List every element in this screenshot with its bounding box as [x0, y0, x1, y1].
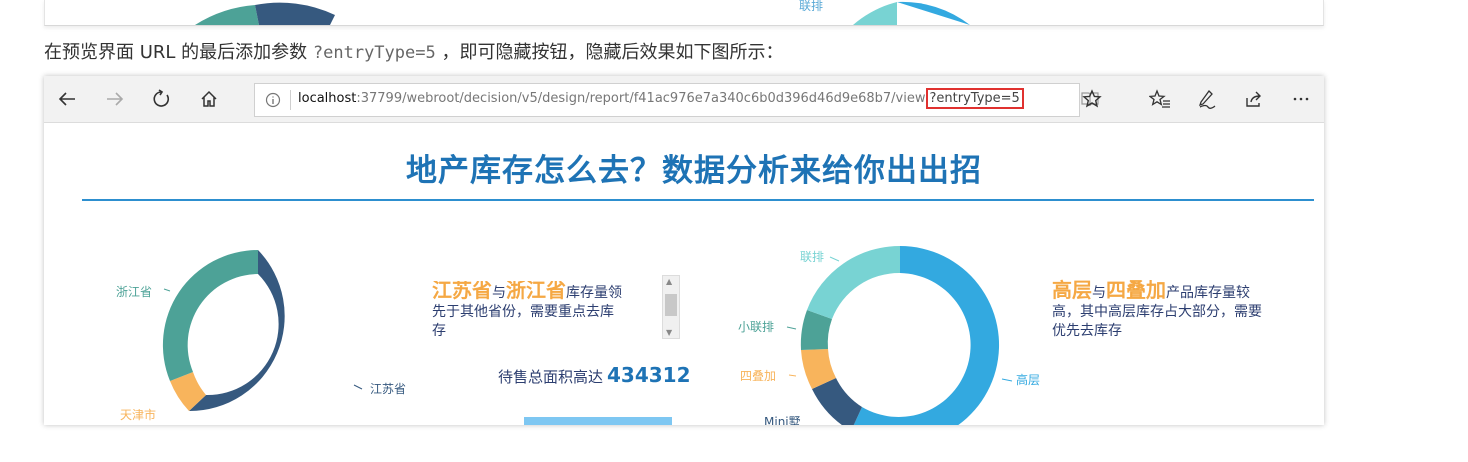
address-bar[interactable]: localhost:37799/webroot/decision/v5/desi…: [254, 83, 1099, 117]
scroll-up-arrow-icon[interactable]: ▲: [666, 277, 672, 286]
info-icon[interactable]: [265, 92, 281, 108]
previous-chart-label: 联排: [799, 0, 824, 13]
pen-icon[interactable]: [1195, 87, 1219, 111]
legend-label-lianpai: 联排: [800, 250, 825, 264]
home-icon[interactable]: [197, 87, 221, 111]
legend-label-xiaolianpai: 小联排: [738, 320, 775, 334]
forward-arrow-icon[interactable]: [103, 87, 127, 111]
right-insight-text: 高层与四叠加产品库存量较 高，其中高层库存占大部分，需要 优先去库存: [1052, 278, 1262, 339]
browser-toolbar: localhost:37799/webroot/decision/v5/desi…: [44, 76, 1324, 123]
legend-label-jiangsu: 江苏省: [370, 382, 407, 396]
url-text[interactable]: localhost:37799/webroot/decision/v5/desi…: [298, 88, 1024, 109]
caption-before: 在预览界面 URL 的最后添加参数: [44, 42, 308, 63]
url-path: :37799/webroot/decision/v5/design/report…: [356, 91, 926, 106]
left-insight-text: 江苏省与浙江省库存量领 先于其他省份，需要重点去库 存: [432, 281, 622, 337]
bottom-decor-bar: [524, 417, 672, 425]
previous-chart-fragments: [195, 1, 970, 25]
report-content: 地产库存怎么去？数据分析来给你出出招 浙江省 江苏省 天津市 联排 小联排 四叠…: [44, 123, 1324, 425]
refresh-icon[interactable]: [150, 87, 174, 111]
favorites-list-icon[interactable]: [1148, 87, 1172, 111]
caption-code: ?entryType=5: [312, 43, 436, 63]
total-label: 待售总面积高达: [498, 368, 604, 386]
total-area-text: 待售总面积高达 434312: [498, 363, 691, 387]
legend-label-gaoceng: 高层: [1016, 373, 1041, 387]
caption-text: 在预览界面 URL 的最后添加参数 ?entryType=5 ，即可隐藏按钮，隐…: [44, 38, 783, 64]
legend-label-zhejiang: 浙江省: [116, 285, 153, 299]
legend-label-mini: Mini墅: [764, 415, 801, 425]
share-icon[interactable]: [1242, 87, 1266, 111]
total-value: 434312: [607, 363, 691, 387]
text-scrollbar[interactable]: ▲ ▼: [662, 275, 680, 339]
legend-label-sidiejia: 四叠加: [740, 369, 777, 383]
scroll-thumb[interactable]: [665, 294, 677, 316]
scroll-down-arrow-icon[interactable]: ▼: [666, 328, 672, 337]
address-separator: [290, 90, 291, 110]
url-param-highlight: ?entryType=5: [925, 88, 1024, 109]
url-host: localhost: [298, 91, 357, 106]
more-icon[interactable]: [1289, 87, 1313, 111]
donut-slice-zhejiang: [162, 249, 258, 381]
favorite-star-icon[interactable]: [1080, 87, 1104, 111]
back-arrow-icon[interactable]: [55, 87, 79, 111]
previous-screenshot-strip: 联排: [44, 0, 1324, 26]
browser-window: localhost:37799/webroot/decision/v5/desi…: [44, 76, 1324, 425]
caption-after: ，即可隐藏按钮，隐藏后效果如下图所示：: [441, 42, 784, 63]
legend-label-tianjin: 天津市: [120, 408, 157, 422]
